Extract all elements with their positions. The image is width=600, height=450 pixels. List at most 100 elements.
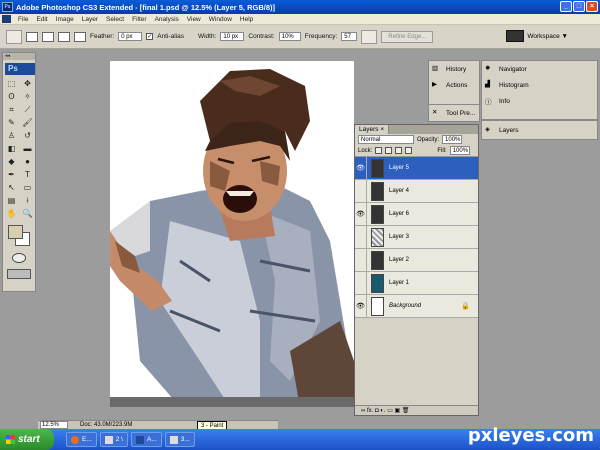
zoom-tool-icon[interactable]: 🔍 bbox=[20, 208, 35, 220]
menu-edit[interactable]: Edit bbox=[32, 16, 51, 23]
marquee-tool-icon[interactable]: ⬚ bbox=[4, 78, 19, 90]
antialias-checkbox[interactable]: ✓ bbox=[146, 33, 154, 40]
visibility-eye-icon[interactable] bbox=[355, 225, 367, 249]
menu-layer[interactable]: Layer bbox=[78, 16, 102, 23]
fill-input[interactable]: 100% bbox=[449, 146, 470, 155]
foreground-color-swatch[interactable] bbox=[8, 225, 23, 239]
zoom-input[interactable]: 12.5% bbox=[40, 421, 68, 429]
close-button[interactable]: × bbox=[586, 1, 598, 12]
new-selection-icon[interactable] bbox=[26, 31, 38, 42]
layers-tab[interactable]: Layers × bbox=[355, 125, 390, 134]
workspace-button[interactable]: Workspace ▼ bbox=[527, 33, 568, 40]
shape-tool-icon[interactable]: ▭ bbox=[20, 182, 35, 194]
screen-mode-icon[interactable] bbox=[7, 269, 31, 279]
toolbox: ◂◂ Ps ⬚ ✥ ʘ ✧ ⌗ ⟋ ✎ 🖌 ♙ ↺ ◧ ▬ ◆ ● ✒ T ↖ … bbox=[2, 52, 36, 292]
layer-row-4[interactable]: Layer 4 bbox=[355, 179, 478, 203]
add-selection-icon[interactable] bbox=[42, 31, 54, 42]
blur-tool-icon[interactable]: ◆ bbox=[4, 156, 19, 168]
lasso-tool-icon[interactable]: ʘ bbox=[4, 91, 19, 103]
layer-thumbnail bbox=[371, 273, 384, 293]
layer-row-1[interactable]: Layer 1 bbox=[355, 271, 478, 295]
pen-tool-icon[interactable]: ✒ bbox=[4, 169, 19, 181]
magic-wand-icon[interactable]: ✧ bbox=[20, 91, 35, 103]
width-input[interactable]: 10 px bbox=[220, 32, 245, 41]
lock-all-icon[interactable] bbox=[405, 147, 413, 154]
eraser-tool-icon[interactable]: ◧ bbox=[4, 143, 19, 155]
healing-brush-icon[interactable]: ✎ bbox=[4, 117, 19, 129]
layer-row-5[interactable]: 👁 Layer 5 bbox=[355, 156, 478, 180]
crop-tool-icon[interactable]: ⌗ bbox=[4, 104, 19, 116]
eyedropper-icon[interactable]: ⟊ bbox=[20, 195, 35, 207]
layer-row-background[interactable]: 👁 Background 🔒 bbox=[355, 294, 478, 318]
lock-pixels-icon[interactable] bbox=[385, 147, 393, 154]
tool-grid: ⬚ ✥ ʘ ✧ ⌗ ⟋ ✎ 🖌 ♙ ↺ ◧ ▬ ◆ ● ✒ T ↖ ▭ ▤ ⟊ … bbox=[3, 78, 35, 220]
blend-row: Normal Opacity: 100% bbox=[355, 134, 478, 145]
taskbar-item-firefox[interactable]: E... bbox=[66, 432, 97, 447]
workspace-icon[interactable] bbox=[506, 30, 525, 42]
gradient-tool-icon[interactable]: ▬ bbox=[20, 143, 35, 155]
brush-tool-icon[interactable]: 🖌 bbox=[20, 117, 35, 129]
menu-image[interactable]: Image bbox=[52, 16, 78, 23]
subtract-selection-icon[interactable] bbox=[58, 31, 70, 42]
visibility-eye-icon[interactable] bbox=[355, 179, 367, 203]
slice-tool-icon[interactable]: ⟋ bbox=[20, 104, 35, 116]
lasso-tool-preset-icon[interactable] bbox=[6, 29, 22, 44]
history-brush-icon[interactable]: ↺ bbox=[20, 130, 35, 142]
frequency-input[interactable]: 57 bbox=[341, 32, 358, 41]
visibility-eye-icon[interactable] bbox=[355, 271, 367, 295]
dodge-tool-icon[interactable]: ● bbox=[20, 156, 35, 168]
menu-select[interactable]: Select bbox=[102, 16, 128, 23]
visibility-eye-icon[interactable] bbox=[355, 248, 367, 272]
layer-row-3[interactable]: Layer 3 bbox=[355, 225, 478, 249]
panel-navigator[interactable]: ✹ Navigator bbox=[482, 61, 597, 77]
taskbar-item-photoshop[interactable]: A... bbox=[131, 432, 162, 447]
intersect-selection-icon[interactable] bbox=[74, 31, 86, 42]
menu-view[interactable]: View bbox=[183, 16, 205, 23]
layer-row-2[interactable]: Layer 2 bbox=[355, 248, 478, 272]
type-tool-icon[interactable]: T bbox=[20, 169, 35, 181]
panel-info[interactable]: ⓘ Info bbox=[482, 93, 597, 109]
panel-tool-presets[interactable]: ✕ Tool Pre... bbox=[429, 105, 479, 121]
blend-mode-select[interactable]: Normal bbox=[358, 135, 414, 144]
menu-help[interactable]: Help bbox=[236, 16, 257, 23]
menu-window[interactable]: Window bbox=[205, 16, 236, 23]
layer-actions-icons[interactable]: ∞ fx. ◘ ◐. ▭ ▣ 🗑 bbox=[361, 407, 409, 414]
hand-tool-icon[interactable]: ✋ bbox=[4, 208, 19, 220]
visibility-eye-icon[interactable]: 👁 bbox=[355, 202, 367, 226]
fill-label: Fill: bbox=[437, 147, 447, 154]
panel-actions[interactable]: ▶ Actions bbox=[429, 77, 479, 93]
notes-tool-icon[interactable]: ▤ bbox=[4, 195, 19, 207]
histogram-icon: ▟ bbox=[485, 81, 490, 88]
panel-histogram[interactable]: ▟ Histogram bbox=[482, 77, 597, 93]
lock-position-icon[interactable] bbox=[395, 147, 403, 154]
document-canvas[interactable] bbox=[110, 61, 354, 407]
start-button[interactable]: start bbox=[0, 429, 54, 450]
feather-label: Feather: bbox=[90, 33, 115, 40]
menu-bar: File Edit Image Layer Select Filter Anal… bbox=[0, 14, 600, 25]
lock-transparent-icon[interactable] bbox=[375, 147, 383, 154]
layer-row-6[interactable]: 👁 Layer 6 bbox=[355, 202, 478, 226]
contrast-input[interactable]: 10% bbox=[278, 32, 301, 41]
taskbar-item-folder[interactable]: 2 \ bbox=[99, 432, 128, 447]
maximize-button[interactable]: □ bbox=[573, 1, 585, 12]
layer-name: Layer 4 bbox=[389, 188, 410, 194]
opacity-input[interactable]: 100% bbox=[442, 135, 463, 144]
menu-analysis[interactable]: Analysis bbox=[151, 16, 183, 23]
stamp-tool-icon[interactable]: ♙ bbox=[4, 130, 19, 142]
minimize-button[interactable]: _ bbox=[560, 1, 572, 12]
move-tool-icon[interactable]: ✥ bbox=[20, 78, 35, 90]
menu-filter[interactable]: Filter bbox=[128, 16, 150, 23]
menu-file[interactable]: File bbox=[14, 16, 32, 23]
refine-edge-button[interactable]: Refine Edge... bbox=[381, 30, 434, 43]
feather-input[interactable]: 0 px bbox=[118, 32, 143, 41]
visibility-eye-icon[interactable]: 👁 bbox=[355, 294, 367, 318]
visibility-eye-icon[interactable]: 👁 bbox=[355, 156, 367, 180]
panel-layers[interactable]: ◈ Layers bbox=[482, 121, 597, 139]
taskbar-item-paint[interactable]: 3... bbox=[164, 432, 195, 447]
history-icon: ▥ bbox=[432, 65, 439, 72]
toolbox-header[interactable]: ◂◂ bbox=[3, 53, 35, 60]
path-select-icon[interactable]: ↖ bbox=[4, 182, 19, 194]
pen-pressure-icon[interactable] bbox=[361, 29, 378, 44]
panel-history[interactable]: ▥ History bbox=[429, 61, 479, 77]
quick-mask-icon[interactable] bbox=[12, 253, 26, 263]
